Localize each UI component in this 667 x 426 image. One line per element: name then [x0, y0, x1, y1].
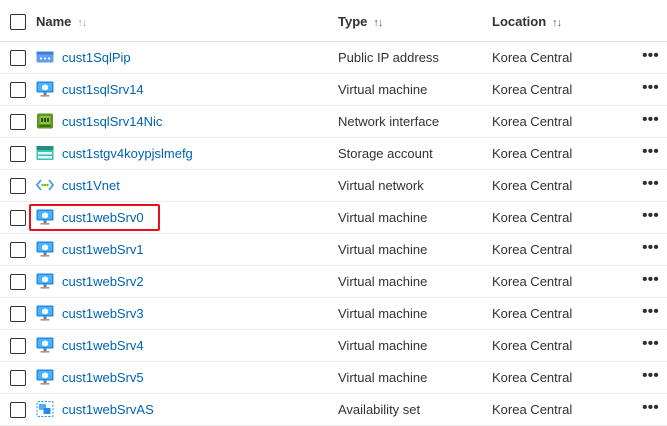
- row-checkbox[interactable]: [10, 114, 26, 130]
- sort-arrows-icon[interactable]: ↑↓: [373, 17, 383, 29]
- resource-location: Korea Central: [492, 82, 573, 97]
- row-checkbox[interactable]: [10, 146, 26, 162]
- more-actions-icon[interactable]: •••: [642, 272, 664, 288]
- virtual-machine-icon: [36, 209, 54, 225]
- resource-location: Korea Central: [492, 402, 573, 417]
- resource-name-link[interactable]: cust1webSrv2: [62, 274, 144, 289]
- column-header-type-label: Type: [338, 14, 368, 29]
- virtual-machine-icon: [36, 273, 54, 289]
- table-row[interactable]: cust1webSrv5 Virtual machine Korea Central…: [0, 362, 667, 394]
- resource-name-link[interactable]: cust1webSrvAS: [62, 402, 154, 417]
- network-interface-icon: [36, 113, 54, 129]
- resource-name-link[interactable]: cust1webSrv3: [62, 306, 144, 321]
- column-header-type[interactable]: Type ↑↓: [338, 14, 383, 29]
- resource-location: Korea Central: [492, 178, 573, 193]
- more-actions-icon[interactable]: •••: [642, 80, 664, 96]
- resource-name-link[interactable]: cust1webSrv0: [62, 210, 144, 225]
- resource-name-link[interactable]: cust1webSrv1: [62, 242, 144, 257]
- column-header-name-label: Name: [36, 14, 72, 29]
- row-checkbox[interactable]: [10, 402, 26, 418]
- table-row[interactable]: cust1webSrv1 Virtual machine Korea Central…: [0, 234, 667, 266]
- column-header-name[interactable]: Name ↑↓: [36, 14, 87, 29]
- resource-name-link[interactable]: cust1SqlPip: [62, 50, 131, 65]
- row-checkbox[interactable]: [10, 370, 26, 386]
- resource-name-link[interactable]: cust1Vnet: [62, 178, 120, 193]
- virtual-network-icon: [36, 177, 54, 193]
- resource-location: Korea Central: [492, 50, 573, 65]
- table-row[interactable]: cust1sqlSrv14Nic Network interface Korea C…: [0, 106, 667, 138]
- select-all-checkbox[interactable]: [10, 14, 26, 30]
- more-actions-icon[interactable]: •••: [642, 48, 664, 64]
- resource-name-link[interactable]: cust1sqlSrv14Nic: [62, 114, 162, 129]
- resource-type: Virtual network: [338, 178, 424, 193]
- resource-location: Korea Central: [492, 370, 573, 385]
- more-actions-icon[interactable]: •••: [642, 304, 664, 320]
- table-row[interactable]: cust1webSrvAS Availability set Korea Centr…: [0, 394, 667, 426]
- more-actions-icon[interactable]: •••: [642, 400, 664, 416]
- resource-type: Network interface: [338, 114, 440, 129]
- row-checkbox[interactable]: [10, 178, 26, 194]
- resource-location: Korea Central: [492, 274, 573, 289]
- resource-type: Virtual machine: [338, 274, 428, 289]
- row-checkbox[interactable]: [10, 50, 26, 66]
- virtual-machine-icon: [36, 337, 54, 353]
- resource-type: Virtual machine: [338, 210, 428, 225]
- more-actions-icon[interactable]: •••: [642, 176, 664, 192]
- resource-location: Korea Central: [492, 210, 573, 225]
- virtual-machine-icon: [36, 81, 54, 97]
- row-checkbox[interactable]: [10, 306, 26, 322]
- resource-type: Public IP address: [338, 50, 439, 65]
- resource-type: Virtual machine: [338, 370, 428, 385]
- row-checkbox[interactable]: [10, 82, 26, 98]
- virtual-machine-icon: [36, 369, 54, 385]
- table-row[interactable]: cust1stgv4koypjslmefg Storage account Kore…: [0, 138, 667, 170]
- resource-location: Korea Central: [492, 306, 573, 321]
- resource-name-link[interactable]: cust1webSrv4: [62, 338, 144, 353]
- table-row[interactable]: cust1webSrv2 Virtual machine Korea Central…: [0, 266, 667, 298]
- resource-name-link[interactable]: cust1webSrv5: [62, 370, 144, 385]
- row-checkbox[interactable]: [10, 242, 26, 258]
- table-row[interactable]: cust1Vnet Virtual network Korea Central •••: [0, 170, 667, 202]
- sort-arrows-icon[interactable]: ↑↓: [77, 17, 87, 29]
- more-actions-icon[interactable]: •••: [642, 112, 664, 128]
- column-header-location[interactable]: Location ↑↓: [492, 14, 562, 29]
- virtual-machine-icon: [36, 305, 54, 321]
- resource-grid: Name ↑↓ Type ↑↓ Location ↑↓ cust1SqlPip Publ…: [0, 0, 667, 426]
- more-actions-icon[interactable]: •••: [642, 240, 664, 256]
- resource-location: Korea Central: [492, 242, 573, 257]
- table-row[interactable]: cust1SqlPip Public IP address Korea Centra…: [0, 42, 667, 74]
- resource-type: Virtual machine: [338, 82, 428, 97]
- table-row[interactable]: cust1sqlSrv14 Virtual machine Korea Centra…: [0, 74, 667, 106]
- availability-set-icon: [36, 401, 54, 417]
- grid-header: Name ↑↓ Type ↑↓ Location ↑↓: [0, 0, 667, 42]
- storage-account-icon: [36, 145, 54, 161]
- resource-type: Virtual machine: [338, 338, 428, 353]
- resource-type: Virtual machine: [338, 306, 428, 321]
- row-checkbox[interactable]: [10, 274, 26, 290]
- table-row[interactable]: cust1webSrv4 Virtual machine Korea Central…: [0, 330, 667, 362]
- row-checkbox[interactable]: [10, 210, 26, 226]
- table-row[interactable]: cust1webSrv0 Virtual machine Korea Central…: [0, 202, 667, 234]
- virtual-machine-icon: [36, 241, 54, 257]
- resource-name-link[interactable]: cust1sqlSrv14: [62, 82, 144, 97]
- resource-location: Korea Central: [492, 338, 573, 353]
- resource-location: Korea Central: [492, 146, 573, 161]
- grid-body: cust1SqlPip Public IP address Korea Centra…: [0, 42, 667, 426]
- more-actions-icon[interactable]: •••: [642, 208, 664, 224]
- resource-name-link[interactable]: cust1stgv4koypjslmefg: [62, 146, 193, 161]
- resource-type: Availability set: [338, 402, 421, 417]
- resource-type: Virtual machine: [338, 242, 428, 257]
- more-actions-icon[interactable]: •••: [642, 144, 664, 160]
- column-header-location-label: Location: [492, 14, 547, 29]
- more-actions-icon[interactable]: •••: [642, 336, 664, 352]
- resource-location: Korea Central: [492, 114, 573, 129]
- row-checkbox[interactable]: [10, 338, 26, 354]
- more-actions-icon[interactable]: •••: [642, 368, 664, 384]
- sort-arrows-icon[interactable]: ↑↓: [552, 17, 562, 29]
- resource-type: Storage account: [338, 146, 433, 161]
- public-ip-icon: [36, 49, 54, 65]
- table-row[interactable]: cust1webSrv3 Virtual machine Korea Central…: [0, 298, 667, 330]
